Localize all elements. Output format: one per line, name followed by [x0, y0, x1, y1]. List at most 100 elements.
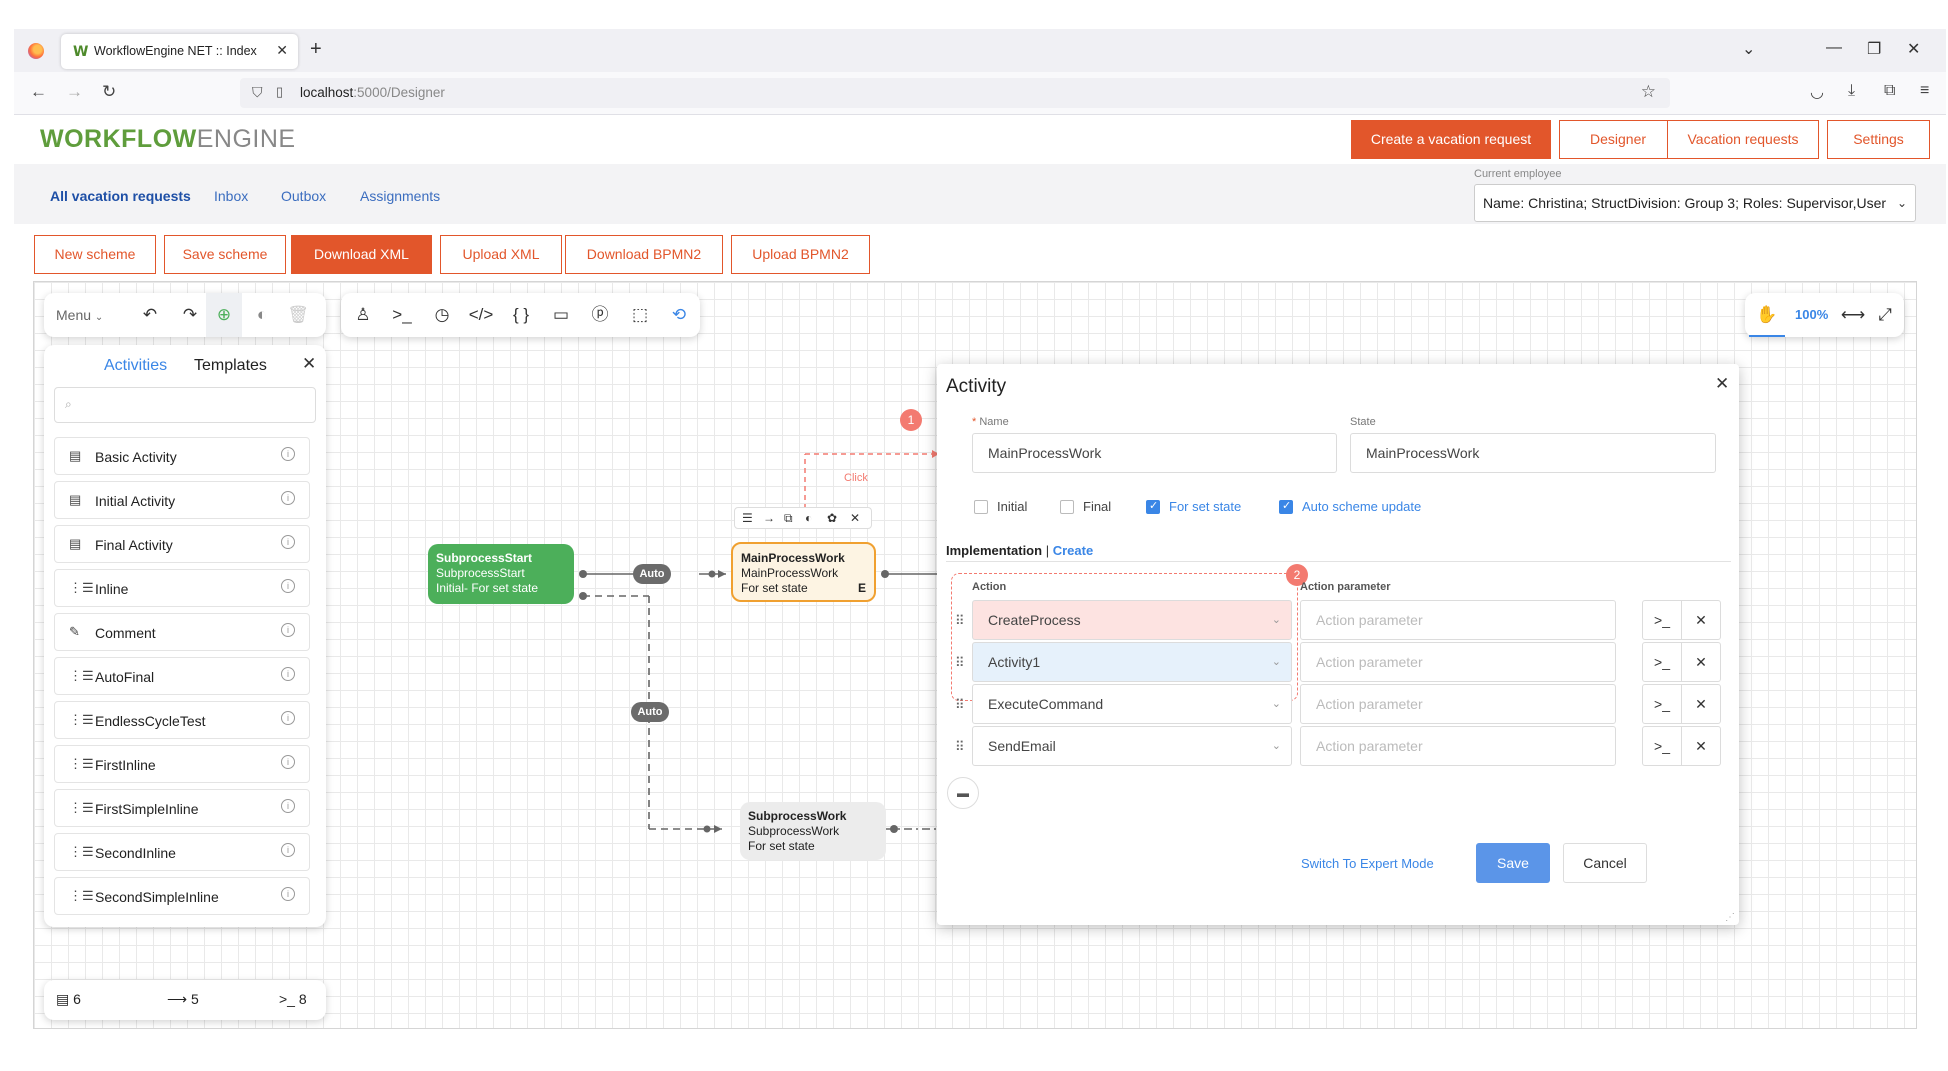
nav-all-vacation-requests[interactable]: All vacation requests — [50, 188, 191, 204]
fullscreen-icon[interactable]: ⤢ — [1867, 293, 1903, 337]
sidebar-item-secondinline[interactable]: ⋮☰ SecondInline i — [54, 833, 310, 871]
address-bar[interactable]: ⛉ ▯ localhost:5000/Designer ☆ — [240, 78, 1670, 108]
save-scheme-button[interactable]: Save scheme — [164, 235, 286, 274]
settings-icon[interactable]: ☰ — [742, 508, 753, 528]
node-subprocess-work[interactable]: SubprocessWork SubprocessWork For set st… — [740, 802, 886, 860]
close-tab-icon[interactable]: ✕ — [276, 42, 288, 59]
sidebar-item-secondsimpleinline[interactable]: ⋮☰ SecondSimpleInline i — [54, 877, 310, 915]
info-icon[interactable]: i — [281, 491, 295, 505]
node-subprocess-start[interactable]: SubprocessStart SubprocessStart Initial-… — [428, 544, 574, 604]
add-comment-icon[interactable]: ▬ — [947, 777, 979, 809]
sidebar-item-initial-activity[interactable]: ▤ Initial Activity i — [54, 481, 310, 519]
resize-handle-icon[interactable]: ⋰ — [1725, 912, 1735, 923]
sidebar-item-basic-activity[interactable]: ▤ Basic Activity i — [54, 437, 310, 475]
info-icon[interactable]: i — [281, 535, 295, 549]
for-set-state-checkbox[interactable] — [1146, 499, 1160, 514]
info-icon[interactable]: i — [281, 755, 295, 769]
designer-button[interactable]: Designer — [1559, 120, 1677, 159]
extensions-icon[interactable]: ⧉ — [1884, 82, 1895, 100]
tab-templates[interactable]: Templates — [194, 357, 267, 375]
info-icon[interactable]: i — [281, 711, 295, 725]
zoom-level[interactable]: 100% — [1795, 307, 1828, 322]
download-bpmn2-button[interactable]: Download BPMN2 — [565, 235, 723, 274]
sidebar-item-comment[interactable]: ✎ Comment i — [54, 613, 310, 651]
auto-transition-label[interactable]: Auto — [633, 564, 671, 584]
pocket-icon[interactable]: ◡ — [1810, 82, 1824, 102]
action-select-create-process[interactable]: CreateProcess ⌄ — [972, 600, 1292, 640]
info-icon[interactable]: i — [281, 799, 295, 813]
bookmark-star-icon[interactable]: ☆ — [1641, 82, 1656, 102]
switch-expert-mode-link[interactable]: Switch To Expert Mode — [1301, 856, 1434, 871]
command-icon[interactable]: >_ — [1642, 684, 1682, 724]
remove-row-icon[interactable]: ✕ — [1681, 642, 1721, 682]
process-info-icon[interactable]: ⓟ — [582, 293, 618, 337]
initial-checkbox[interactable] — [974, 500, 988, 514]
save-button[interactable]: Save — [1476, 843, 1550, 883]
toggle-icon[interactable]: ◐ — [244, 293, 280, 337]
sidebar-item-firstinline[interactable]: ⋮☰ FirstInline i — [54, 745, 310, 783]
remove-row-icon[interactable]: ✕ — [1681, 600, 1721, 640]
drag-handle-icon[interactable]: ⠿ — [955, 739, 964, 755]
remove-row-icon[interactable]: ✕ — [1681, 684, 1721, 724]
timer-icon[interactable]: ◷ — [424, 293, 460, 337]
close-dialog-icon[interactable]: ✕ — [1715, 374, 1729, 394]
command-icon[interactable]: >_ — [1642, 726, 1682, 766]
name-input[interactable]: MainProcessWork — [972, 433, 1337, 473]
action-select-send-email[interactable]: SendEmail ⌄ — [972, 726, 1292, 766]
command-icon[interactable]: >_ — [1642, 600, 1682, 640]
restore-icon[interactable]: ❐ — [1867, 39, 1881, 59]
sidebar-item-inline[interactable]: ⋮☰ Inline i — [54, 569, 310, 607]
remove-row-icon[interactable]: ✕ — [1681, 726, 1721, 766]
toggle-icon[interactable]: ◐ — [805, 508, 812, 528]
download-icon[interactable]: ⤓ — [1848, 82, 1855, 100]
fit-width-icon[interactable]: ⟷ — [1835, 293, 1871, 337]
app-logo[interactable]: WORKFLOWENGINE — [40, 125, 296, 154]
hand-pan-icon[interactable]: ✋ — [1749, 293, 1785, 337]
upload-bpmn2-button[interactable]: Upload BPMN2 — [731, 235, 870, 274]
vacation-requests-button[interactable]: Vacation requests — [1667, 120, 1819, 159]
drag-handle-icon[interactable]: ⠿ — [955, 613, 964, 629]
delete-icon[interactable]: 🗑 — [280, 293, 316, 337]
node-main-process-work[interactable]: MainProcessWork MainProcessWork For set … — [731, 542, 876, 602]
drag-handle-icon[interactable]: ⠿ — [955, 655, 964, 671]
sidebar-item-autofinal[interactable]: ⋮☰ AutoFinal i — [54, 657, 310, 695]
selection-icon[interactable]: ⬚ — [622, 293, 658, 337]
auto-scheme-update-checkbox[interactable] — [1279, 499, 1293, 514]
settings-button[interactable]: Settings — [1827, 120, 1930, 159]
sidebar-item-final-activity[interactable]: ▤ Final Activity i — [54, 525, 310, 563]
sidebar-item-endlesscycletest[interactable]: ⋮☰ EndlessCycleTest i — [54, 701, 310, 739]
state-input[interactable]: MainProcessWork — [1350, 433, 1716, 473]
nav-assignments[interactable]: Assignments — [360, 188, 440, 204]
tab-list-icon[interactable]: ⌄ — [1742, 39, 1755, 59]
transition-icon[interactable]: → — [763, 508, 775, 528]
info-icon[interactable]: i — [281, 887, 295, 901]
back-icon[interactable]: ← — [30, 82, 47, 102]
current-employee-select[interactable]: Name: Christina; StructDivision: Group 3… — [1474, 184, 1916, 222]
reload-icon[interactable]: ↻ — [102, 82, 116, 102]
click-transition-label[interactable]: Click — [844, 472, 868, 484]
parameters-icon[interactable]: { } — [503, 293, 539, 337]
browser-tab[interactable]: W WorkflowEngine NET :: Index ✕ — [61, 34, 298, 69]
download-xml-button[interactable]: Download XML — [291, 235, 432, 274]
activity-search-input[interactable]: ⌕ — [54, 387, 316, 423]
menu-hamburger-icon[interactable]: ≡ — [1920, 82, 1929, 100]
auto-transition-label[interactable]: Auto — [631, 702, 669, 722]
comment-icon[interactable]: ▭ — [543, 293, 579, 337]
info-icon[interactable]: i — [281, 579, 295, 593]
action-parameter-input[interactable]: Action parameter — [1300, 684, 1616, 724]
minimize-icon[interactable]: — — [1826, 39, 1842, 57]
drag-handle-icon[interactable]: ⠿ — [955, 697, 964, 713]
final-checkbox[interactable] — [1060, 500, 1074, 514]
new-scheme-button[interactable]: New scheme — [34, 235, 156, 274]
new-tab-icon[interactable]: + — [310, 38, 322, 61]
info-icon[interactable]: i — [281, 623, 295, 637]
action-parameter-input[interactable]: Action parameter — [1300, 600, 1616, 640]
command-icon[interactable]: >_ — [1642, 642, 1682, 682]
cancel-button[interactable]: Cancel — [1563, 843, 1647, 883]
undo-icon[interactable]: ↶ — [132, 293, 168, 337]
create-vacation-request-button[interactable]: Create a vacation request — [1351, 120, 1551, 159]
nav-inbox[interactable]: Inbox — [214, 188, 248, 204]
create-link[interactable]: Create — [1053, 543, 1093, 558]
forward-icon[interactable]: → — [66, 82, 83, 102]
info-icon[interactable]: i — [281, 843, 295, 857]
